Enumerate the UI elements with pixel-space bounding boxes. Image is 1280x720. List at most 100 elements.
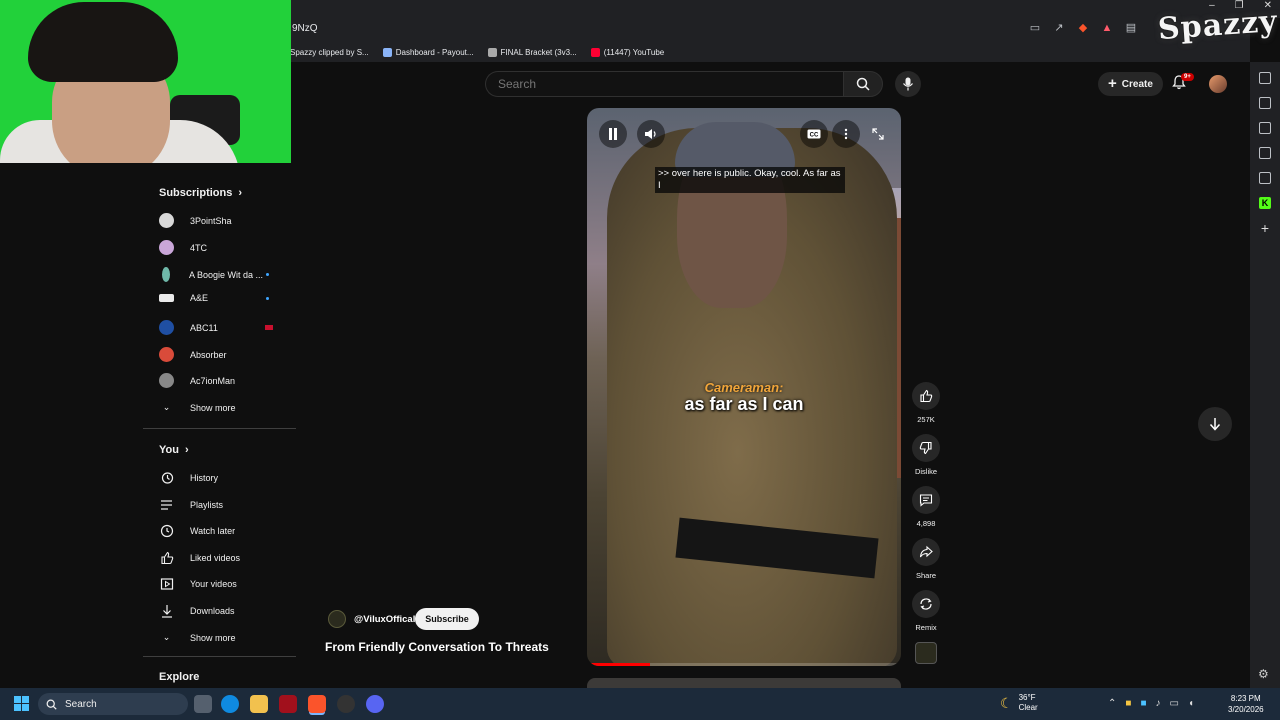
- network-icon[interactable]: ▭: [1169, 698, 1178, 709]
- like-button[interactable]: 257K: [909, 382, 943, 424]
- channel-avatar: [159, 347, 174, 362]
- subscription-item[interactable]: ABC11: [159, 320, 289, 335]
- subscribe-button[interactable]: Subscribe: [415, 608, 479, 630]
- add-panel-icon[interactable]: +: [1259, 221, 1271, 235]
- youtube-favicon-icon: [590, 47, 600, 57]
- guide-item-your-videos[interactable]: Your videos: [159, 576, 289, 591]
- search-button[interactable]: [843, 71, 883, 97]
- next-short-button[interactable]: [1198, 407, 1232, 441]
- volume-button[interactable]: [637, 120, 665, 148]
- voice-search-button[interactable]: [895, 71, 921, 97]
- new-content-dot: [266, 273, 269, 276]
- pause-button[interactable]: [599, 120, 627, 148]
- cast-icon[interactable]: ▭: [1028, 21, 1042, 35]
- next-short-preview[interactable]: [587, 678, 901, 688]
- windows-start-icon[interactable]: [14, 696, 29, 711]
- guide-item-label: Liked videos: [190, 552, 241, 563]
- progress-bar[interactable]: [587, 663, 901, 666]
- tray-app-icon[interactable]: ■: [1140, 698, 1146, 709]
- bookmarks-icon[interactable]: [1259, 147, 1271, 159]
- weather-widget[interactable]: ☾ 36°F Clear: [1000, 693, 1038, 713]
- bookmark-favicon: [382, 47, 392, 57]
- gear-icon[interactable]: ⚙: [1258, 667, 1269, 681]
- subscription-item[interactable]: A&E: [159, 293, 289, 303]
- bookmark-youtube[interactable]: (11447) YouTube: [590, 47, 664, 57]
- remix-circle[interactable]: [912, 590, 940, 618]
- bookmark-spazzy[interactable]: Spazzy clipped by S...: [290, 48, 369, 57]
- guide-item-label: Your videos: [190, 578, 237, 589]
- subscription-label: A Boogie Wit da ...: [189, 269, 264, 280]
- show-more-subscriptions[interactable]: ⌄ Show more: [159, 400, 289, 415]
- guide-item-downloads[interactable]: Downloads: [159, 603, 289, 618]
- avatar[interactable]: [1209, 75, 1227, 93]
- subscription-item[interactable]: Absorber: [159, 347, 289, 362]
- taskbar-clock[interactable]: 8:23 PM 3/20/2026: [1228, 693, 1264, 715]
- channel-avatar: [159, 294, 174, 302]
- sound-avatar[interactable]: [915, 642, 937, 664]
- subscription-item[interactable]: 4TC: [159, 240, 289, 255]
- subscription-label: 3PointSha: [190, 215, 232, 226]
- search-field[interactable]: [485, 71, 843, 97]
- edge-icon[interactable]: [221, 695, 239, 713]
- remix-button[interactable]: Remix: [909, 590, 943, 632]
- guide-item-liked-videos[interactable]: Liked videos: [159, 550, 289, 565]
- share-circle[interactable]: [912, 538, 940, 566]
- obs-icon[interactable]: [337, 695, 355, 713]
- sidebar-tab-icon[interactable]: [1259, 97, 1271, 109]
- file-explorer-icon[interactable]: [250, 695, 268, 713]
- like-circle[interactable]: [912, 382, 940, 410]
- brave-browser-icon[interactable]: [308, 695, 326, 713]
- guide-item-history[interactable]: History: [159, 470, 289, 485]
- search-input[interactable]: [486, 72, 843, 96]
- bookmark-final-bracket[interactable]: FINAL Bracket (3v3...: [487, 47, 577, 57]
- sidebar-toggle-icon[interactable]: ▤: [1124, 21, 1138, 35]
- comments-circle[interactable]: [912, 486, 940, 514]
- microphone-icon[interactable]: ♪: [1155, 698, 1160, 709]
- show-more-you[interactable]: ⌄ Show more: [159, 630, 289, 645]
- captions-icon: CC: [807, 129, 821, 139]
- dislike-circle[interactable]: [912, 434, 940, 462]
- streamer-logo: Spazzy: [1156, 3, 1279, 48]
- taskbar-search[interactable]: Search: [38, 693, 188, 715]
- comments-button[interactable]: 4,898: [909, 486, 943, 528]
- create-button[interactable]: + Create: [1098, 72, 1163, 96]
- webcam-hair: [28, 2, 178, 82]
- tray-app-icon[interactable]: ■: [1125, 698, 1131, 709]
- volume-icon[interactable]: ◖: [1188, 698, 1194, 709]
- share-label: Share: [915, 571, 936, 580]
- channel-avatar[interactable]: [328, 610, 346, 628]
- captions-button[interactable]: CC: [800, 120, 828, 148]
- expand-icon: [872, 128, 884, 140]
- more-options-button[interactable]: [832, 120, 860, 148]
- subscription-item[interactable]: A Boogie Wit da ...: [159, 267, 289, 282]
- chevron-up-icon[interactable]: ⌃: [1108, 698, 1116, 709]
- brave-rewards-icon[interactable]: ▲: [1100, 21, 1114, 35]
- fullscreen-button[interactable]: [864, 120, 892, 148]
- you-heading[interactable]: You ›: [159, 444, 189, 456]
- guide-item-watch-later[interactable]: Watch later: [159, 523, 289, 538]
- pin-icon[interactable]: [1259, 72, 1271, 84]
- short-video-player[interactable]: CC >> over here is public. Okay, cool. A…: [587, 108, 901, 666]
- share-button[interactable]: Share: [909, 538, 943, 580]
- bookmark-dashboard[interactable]: Dashboard - Payout...: [382, 47, 474, 57]
- adobe-icon[interactable]: [279, 695, 297, 713]
- search-icon: [46, 699, 57, 710]
- brave-shield-icon[interactable]: ◆: [1076, 21, 1090, 35]
- guide-item-playlists[interactable]: Playlists: [159, 497, 289, 512]
- url-text[interactable]: 9NzQ: [292, 23, 318, 34]
- bookmark-favicon: [487, 47, 497, 57]
- pause-icon: [609, 128, 617, 140]
- subscription-item[interactable]: Ac7ionMan: [159, 373, 289, 388]
- share-icon[interactable]: ↗: [1052, 21, 1066, 35]
- subscription-item[interactable]: 3PointSha: [159, 213, 289, 228]
- reading-list-icon[interactable]: [1259, 122, 1271, 134]
- short-title[interactable]: From Friendly Conversation To Threats: [325, 640, 549, 654]
- dislike-button[interactable]: Dislike: [909, 434, 943, 476]
- kick-icon[interactable]: K: [1259, 197, 1271, 209]
- discord-icon[interactable]: [366, 695, 384, 713]
- subscriptions-title: Subscriptions: [159, 187, 233, 199]
- channel-name[interactable]: @ViluxOffical: [354, 614, 415, 625]
- task-view-icon[interactable]: [194, 695, 212, 713]
- history-panel-icon[interactable]: [1259, 172, 1271, 184]
- subscriptions-heading[interactable]: Subscriptions ›: [159, 187, 242, 199]
